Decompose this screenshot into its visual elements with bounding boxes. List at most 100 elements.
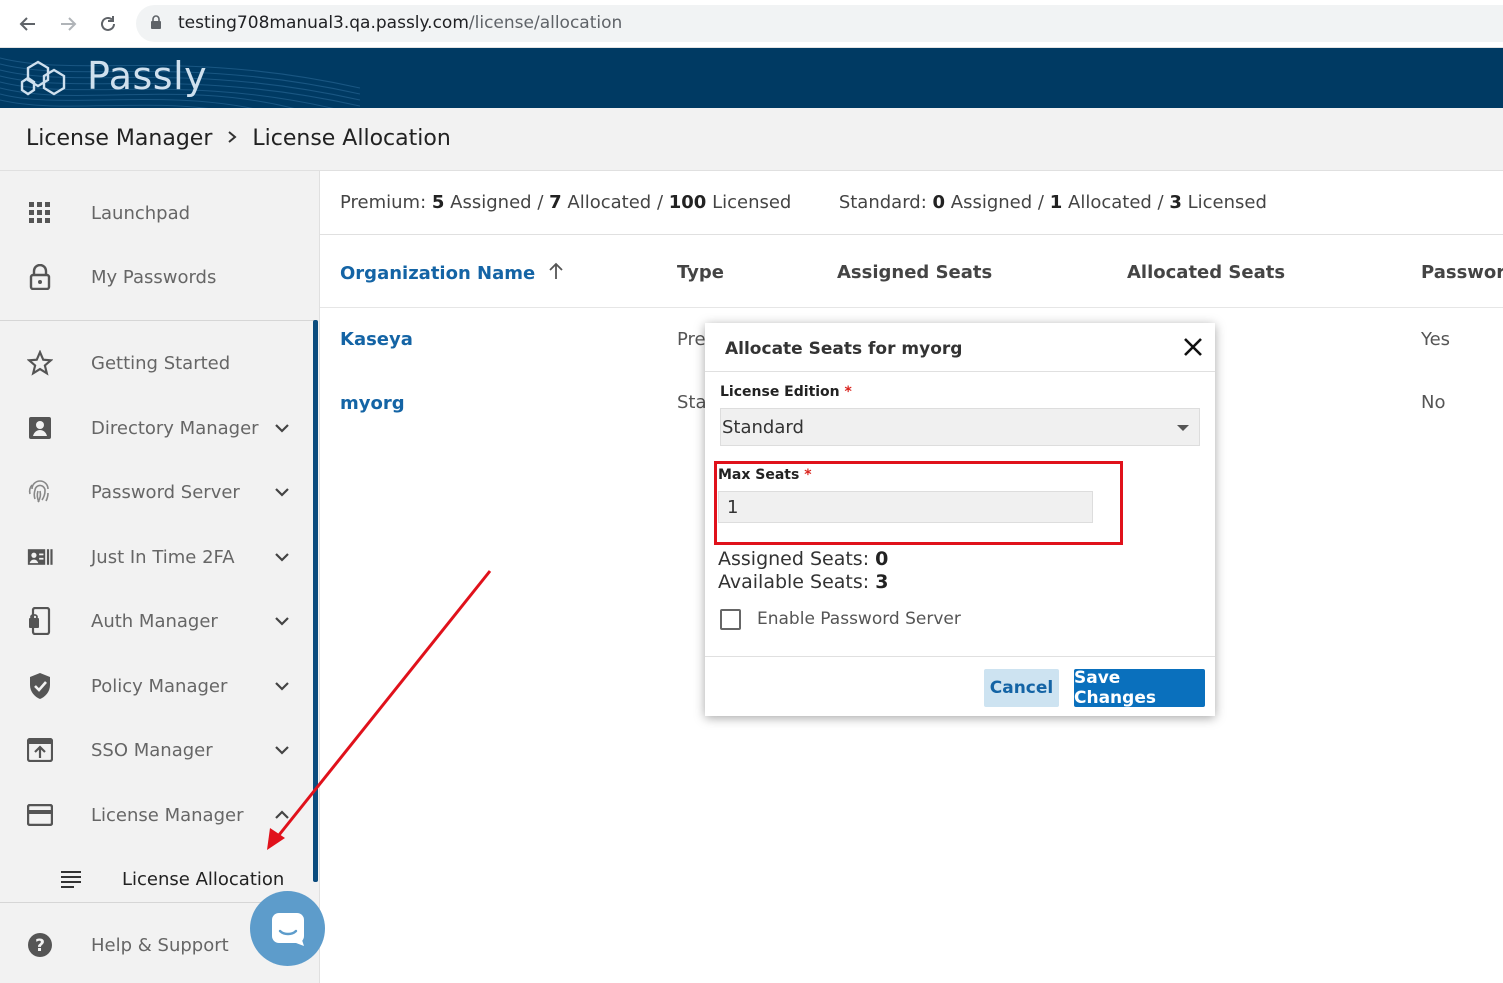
lock-icon bbox=[27, 264, 53, 290]
org-type-cell: Pre bbox=[677, 329, 706, 350]
sort-ascending-icon[interactable] bbox=[548, 262, 564, 280]
slash: / bbox=[656, 192, 664, 213]
license-edition-select[interactable]: Standard bbox=[720, 408, 1200, 446]
column-header-label: Organization Name bbox=[340, 263, 536, 284]
sidebar-item-policy-manager[interactable]: Policy Manager bbox=[0, 658, 314, 714]
column-header-type[interactable]: Type bbox=[677, 262, 724, 283]
premium-assigned-count: 5 bbox=[431, 192, 445, 213]
assigned-word: Assigned bbox=[950, 192, 1033, 213]
column-header-password[interactable]: Passwor bbox=[1421, 262, 1503, 283]
standard-allocated-count: 1 bbox=[1049, 192, 1063, 213]
premium-licensed-count: 100 bbox=[668, 192, 707, 213]
upload-box-icon bbox=[27, 737, 53, 763]
id-card-icon bbox=[27, 544, 53, 570]
sidebar-item-label: License Manager bbox=[91, 804, 244, 826]
slash: / bbox=[1037, 192, 1044, 213]
sidebar-item-auth-manager[interactable]: Auth Manager bbox=[0, 593, 314, 649]
table-header-divider bbox=[320, 307, 1503, 308]
logo-text: Passly bbox=[87, 54, 208, 98]
license-summary: Premium: 5 Assigned / 7 Allocated / 100 … bbox=[340, 192, 1267, 213]
sidebar-item-my-passwords[interactable]: My Passwords bbox=[0, 249, 314, 305]
allocate-seats-dialog: Allocate Seats for myorg License Edition… bbox=[705, 323, 1215, 716]
caret-down-icon bbox=[1177, 425, 1189, 431]
star-icon bbox=[27, 350, 53, 376]
license-edition-value: Standard bbox=[722, 417, 804, 438]
lines-icon bbox=[58, 866, 84, 892]
sidebar-scrollbar[interactable] bbox=[313, 320, 318, 882]
premium-label: Premium: bbox=[340, 192, 427, 213]
enable-password-server-checkbox[interactable] bbox=[720, 609, 741, 630]
forward-arrow-icon[interactable] bbox=[54, 10, 82, 38]
slash: / bbox=[537, 192, 544, 213]
app-header: Passly bbox=[0, 48, 1503, 108]
dialog-header-divider bbox=[705, 371, 1215, 372]
assigned-seats-value: 0 bbox=[875, 548, 889, 570]
dialog-title: Allocate Seats for myorg bbox=[725, 339, 963, 359]
breadcrumb-parent[interactable]: License Manager bbox=[26, 126, 212, 151]
shield-check-icon bbox=[27, 673, 53, 699]
column-header-assigned-seats[interactable]: Assigned Seats bbox=[837, 262, 992, 283]
sidebar-item-license-manager[interactable]: License Manager bbox=[0, 787, 314, 843]
chevron-down-icon[interactable] bbox=[272, 676, 292, 696]
sidebar-item-label: My Passwords bbox=[91, 266, 217, 288]
sidebar-item-label: Auth Manager bbox=[91, 610, 218, 632]
sidebar-item-label: Policy Manager bbox=[91, 675, 228, 697]
breadcrumb-bar: License Manager License Allocation bbox=[0, 108, 1503, 171]
sidebar-item-label: Password Server bbox=[91, 481, 240, 503]
sidebar-item-getting-started[interactable]: Getting Started bbox=[0, 335, 314, 391]
url-path: /license/allocation bbox=[468, 13, 623, 33]
available-seats-value: 3 bbox=[875, 571, 889, 593]
chevron-down-icon[interactable] bbox=[272, 418, 292, 438]
column-header-organization-name[interactable]: Organization Name bbox=[340, 262, 564, 284]
sidebar-item-label: Getting Started bbox=[91, 352, 231, 374]
sidebar-item-label: SSO Manager bbox=[91, 739, 213, 761]
chevron-down-icon[interactable] bbox=[272, 547, 292, 567]
credit-card-icon bbox=[27, 802, 53, 828]
sidebar-item-directory-manager[interactable]: Directory Manager bbox=[0, 400, 314, 456]
save-changes-button[interactable]: Save Changes bbox=[1074, 668, 1205, 708]
help-circle-icon: ? bbox=[27, 932, 53, 958]
license-edition-label: License Edition * bbox=[720, 384, 852, 400]
browser-toolbar: testing708manual3.qa.passly.com/license/… bbox=[0, 0, 1503, 48]
required-asterisk: * bbox=[844, 384, 852, 400]
assigned-seats-line: Assigned Seats: 0 bbox=[718, 548, 888, 570]
sidebar-item-launchpad[interactable]: Launchpad bbox=[0, 185, 314, 241]
chevron-up-icon[interactable] bbox=[272, 805, 292, 825]
slash: / bbox=[1157, 192, 1164, 213]
sidebar-item-sso-manager[interactable]: SSO Manager bbox=[0, 722, 314, 778]
sidebar-item-label: Launchpad bbox=[91, 202, 191, 224]
breadcrumb: License Manager License Allocation bbox=[26, 126, 451, 151]
url-host: testing708manual3.qa.passly.com bbox=[178, 13, 469, 33]
max-seats-input[interactable]: 1 bbox=[718, 491, 1093, 523]
sidebar-divider bbox=[0, 320, 314, 321]
password-server-cell: No bbox=[1421, 392, 1446, 413]
colon: : bbox=[862, 548, 870, 570]
standard-assigned-count: 0 bbox=[932, 192, 946, 213]
chat-launcher-button[interactable] bbox=[250, 891, 325, 966]
max-seats-label: Max Seats * bbox=[718, 467, 812, 483]
grid-icon bbox=[27, 200, 53, 226]
chevron-down-icon[interactable] bbox=[272, 740, 292, 760]
sidebar-item-password-server[interactable]: Password Server bbox=[0, 464, 314, 520]
license-edition-label-text: License Edition bbox=[720, 384, 840, 400]
chevron-down-icon[interactable] bbox=[272, 611, 292, 631]
org-name-link[interactable]: myorg bbox=[340, 393, 405, 414]
contact-card-icon bbox=[27, 415, 53, 441]
reload-icon[interactable] bbox=[94, 10, 122, 38]
org-name-link[interactable]: Kaseya bbox=[340, 329, 413, 350]
allocated-word: Allocated bbox=[1068, 192, 1152, 213]
max-seats-value: 1 bbox=[727, 497, 739, 518]
sidebar-item-just-in-time-2fa[interactable]: Just In Time 2FA bbox=[0, 529, 314, 585]
url-text: testing708manual3.qa.passly.com/license/… bbox=[178, 13, 622, 33]
org-type-cell: Sta bbox=[677, 392, 707, 413]
breadcrumb-current: License Allocation bbox=[252, 126, 451, 151]
back-arrow-icon[interactable] bbox=[14, 10, 42, 38]
cancel-button[interactable]: Cancel bbox=[984, 669, 1059, 707]
column-header-allocated-seats[interactable]: Allocated Seats bbox=[1127, 262, 1285, 283]
chevron-down-icon[interactable] bbox=[272, 482, 292, 502]
sidebar-item-label: Just In Time 2FA bbox=[91, 546, 235, 568]
enable-password-server-label[interactable]: Enable Password Server bbox=[757, 609, 961, 629]
assigned-word: Assigned bbox=[450, 192, 532, 213]
fingerprint-icon bbox=[27, 479, 53, 505]
close-icon[interactable] bbox=[1181, 335, 1205, 359]
